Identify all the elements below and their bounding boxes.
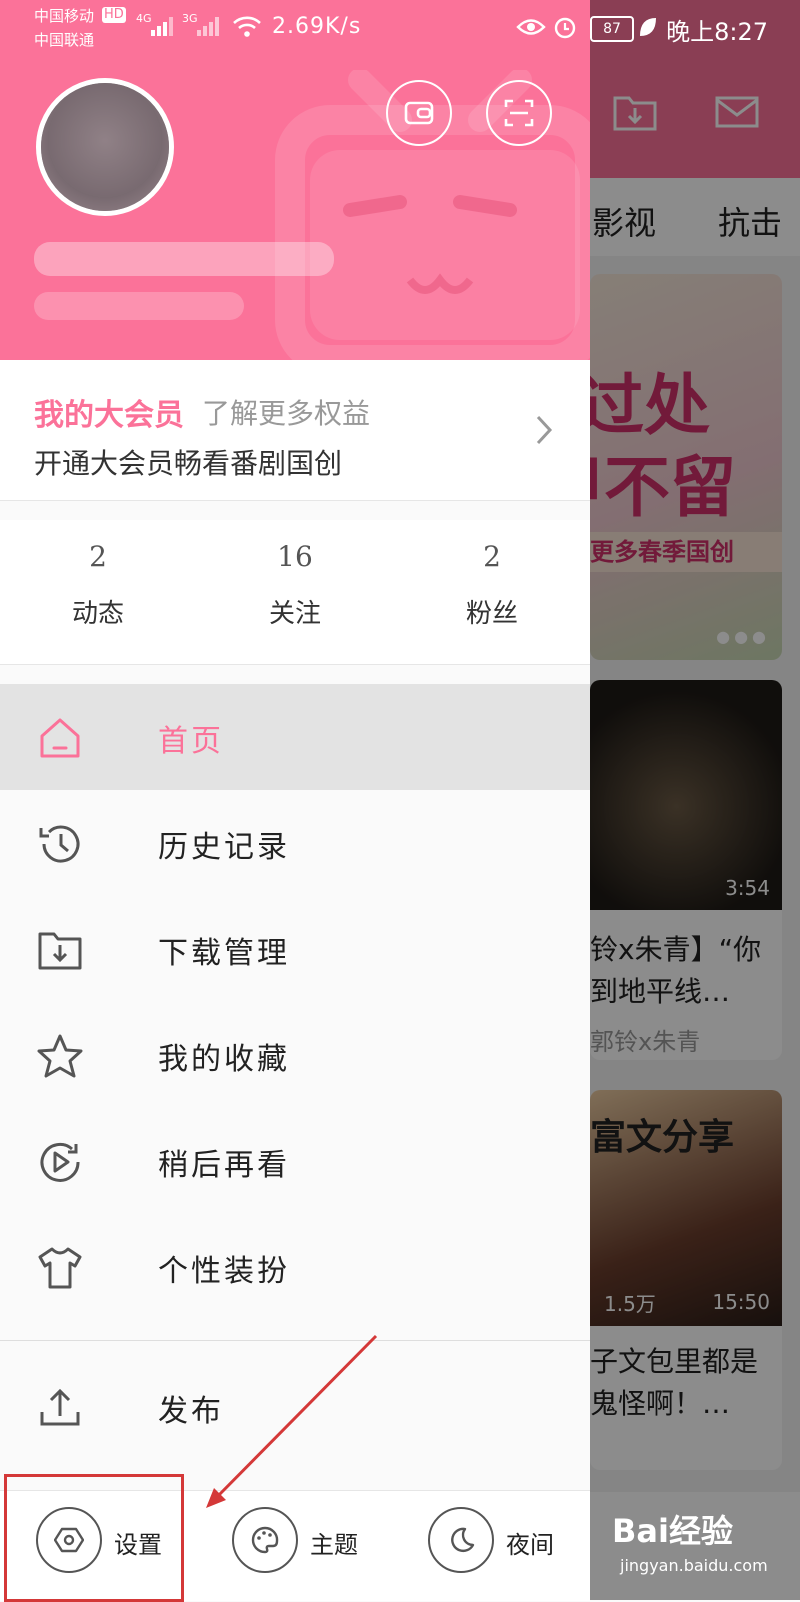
palette-icon — [251, 1526, 279, 1554]
menu-label-history: 历史记录 — [158, 830, 290, 865]
menu-label-publish: 发布 — [158, 1394, 224, 1429]
scan-icon — [504, 99, 534, 127]
vip-more-benefits: 了解更多权益 — [202, 397, 371, 430]
avatar[interactable] — [36, 78, 174, 216]
hd-badge: HD — [102, 7, 126, 23]
tshirt-icon — [38, 1247, 82, 1289]
history-icon — [39, 825, 80, 863]
status-time: 晚上8:27 — [666, 18, 768, 46]
user-level-blurred — [34, 292, 244, 320]
carrier-2: 中国联通 — [34, 31, 95, 49]
menu-item-home[interactable]: 首页 — [0, 684, 590, 790]
download-folder-icon — [38, 932, 82, 970]
menu-item-publish[interactable]: 发布 — [0, 1354, 590, 1460]
annotation-highlight-box — [4, 1474, 184, 1602]
home-icon — [40, 718, 80, 758]
username-blurred[interactable] — [34, 242, 334, 276]
battery-icon: 87 — [590, 16, 634, 42]
vip-title: 我的大会员 — [34, 398, 184, 433]
stat-fans-label: 粉丝 — [465, 599, 518, 629]
stat-dynamics[interactable]: 2 动态 — [0, 540, 196, 630]
eye-icon — [516, 19, 546, 35]
menu-item-downloads[interactable]: 下载管理 — [0, 896, 590, 1002]
scan-button[interactable] — [486, 80, 552, 146]
upload-icon — [40, 1388, 80, 1426]
theme-button[interactable]: 主题 — [232, 1507, 362, 1581]
menu-item-watch-later[interactable]: 稍后再看 — [0, 1108, 590, 1214]
watch-later-icon — [40, 1142, 80, 1182]
menu-label-watch-later: 稍后再看 — [158, 1148, 290, 1183]
user-stats: 2 动态 16 关注 2 粉丝 — [0, 520, 590, 665]
vip-banner[interactable]: 我的大会员 了解更多权益 开通大会员畅看番剧国创 — [0, 360, 590, 501]
signal-icon — [151, 17, 173, 36]
stat-following[interactable]: 16 关注 — [197, 540, 393, 630]
vip-description: 开通大会员畅看番剧国创 — [34, 447, 343, 480]
leaf-icon — [640, 18, 656, 36]
menu-item-history[interactable]: 历史记录 — [0, 790, 590, 896]
star-icon — [37, 1034, 83, 1078]
night-mode-label: 夜间 — [506, 1531, 554, 1559]
wallet-icon — [404, 101, 434, 125]
status-bar: 中国移动 HD 中国联通 4G 3G 2.69K/s 87 晚上8:27 — [0, 0, 800, 56]
signal-icon-2 — [197, 17, 219, 36]
navigation-drawer: 我的大会员 了解更多权益 开通大会员畅看番剧国创 2 动态 16 关注 2 粉丝… — [0, 0, 590, 1601]
moon-icon — [451, 1527, 475, 1552]
theme-circle — [232, 1507, 298, 1573]
menu-label-favorites: 我的收藏 — [158, 1042, 290, 1077]
theme-label: 主题 — [310, 1531, 358, 1559]
night-mode-button[interactable]: 夜间 — [428, 1507, 558, 1581]
baidu-jingyan-watermark: Bai经验 — [612, 1512, 733, 1550]
watermark-url: jingyan.baidu.com — [620, 1556, 768, 1575]
stat-fans-count: 2 — [483, 540, 501, 573]
stat-fans[interactable]: 2 粉丝 — [394, 540, 590, 630]
wallet-button[interactable] — [386, 80, 452, 146]
stat-following-count: 16 — [277, 540, 313, 573]
menu-item-favorites[interactable]: 我的收藏 — [0, 1002, 590, 1108]
net-speed: 2.69K/s — [272, 14, 362, 39]
alarm-icon — [554, 17, 576, 39]
carrier-1: 中国移动 — [34, 7, 95, 25]
menu-label-home: 首页 — [158, 724, 224, 759]
menu-label-downloads: 下载管理 — [158, 936, 290, 971]
chevron-right-icon — [536, 415, 553, 445]
stat-dynamics-label: 动态 — [71, 599, 124, 629]
stat-following-label: 关注 — [268, 599, 321, 629]
night-circle — [428, 1507, 494, 1573]
menu-divider — [0, 1340, 590, 1341]
wifi-icon — [233, 16, 261, 37]
menu-item-skins[interactable]: 个性装扮 — [0, 1214, 590, 1320]
menu-label-skins: 个性装扮 — [158, 1254, 290, 1289]
stat-dynamics-count: 2 — [89, 540, 107, 573]
